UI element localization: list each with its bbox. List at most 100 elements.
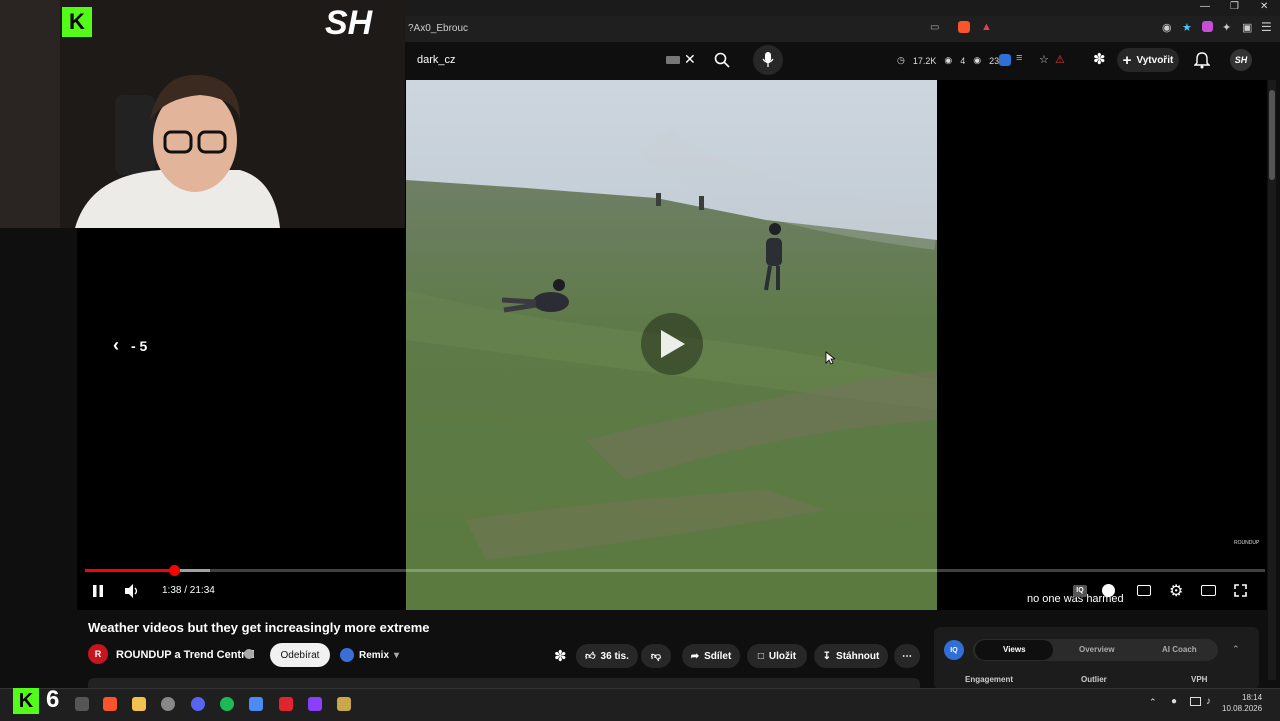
tray-monitor-icon[interactable] (1190, 697, 1201, 706)
brave-rewards-icon[interactable]: ▲ (981, 21, 992, 33)
seek-label: - 5 (131, 337, 148, 354)
thumbs-up-icon: 👍︎ (585, 651, 596, 662)
chevron-down-icon: ▾ (394, 649, 400, 661)
list-icon[interactable]: ≡ (1016, 52, 1022, 64)
dislike-button[interactable]: 👎︎ (641, 644, 671, 668)
minimize-icon[interactable]: — (1200, 1, 1210, 12)
count-a: 4 (960, 55, 966, 66)
subscribe-button[interactable]: Odebírat (270, 643, 330, 667)
tray-mic-icon[interactable]: ● (1171, 696, 1177, 707)
mouse-cursor-icon (825, 351, 835, 365)
tray-volume-icon[interactable]: ♪ (1206, 696, 1211, 707)
avatar-initials: SH (1234, 55, 1248, 65)
alert-icon[interactable]: ⚠ (1055, 53, 1065, 66)
play-icon (661, 330, 685, 358)
theater-mode-icon[interactable] (1201, 585, 1216, 596)
download-button[interactable]: ↧ Stáhnout (814, 644, 888, 668)
column-vph: VPH (1191, 675, 1208, 684)
clock-icon: ◷ (897, 55, 905, 65)
channel-name[interactable]: ROUNDUP a Trend Central (116, 649, 255, 661)
scrollbar-thumb[interactable] (1269, 90, 1275, 180)
obs-icon[interactable] (161, 697, 175, 711)
share-icon: ➦ (690, 650, 700, 662)
puzzle-icon[interactable]: ✽ (1093, 50, 1106, 68)
share-button[interactable]: ➦ Sdílet (682, 644, 740, 668)
collapse-chevron-icon[interactable]: ⌃ (1232, 644, 1240, 655)
create-label: Vytvořit (1136, 54, 1174, 66)
vidiq-badge: IQ (950, 646, 958, 654)
vidiq-player-badge: IQ (1076, 587, 1084, 594)
progress-scrubber[interactable] (169, 565, 180, 576)
notifications-bell-icon[interactable] (1194, 52, 1210, 69)
tab-overview[interactable]: Overview (1079, 645, 1115, 654)
plus-icon: + (1122, 51, 1132, 69)
create-button[interactable]: + Vytvořit (1117, 48, 1179, 72)
video-title: Weather videos but they get increasingly… (88, 620, 430, 635)
clock-date: 10.08.2026 (1222, 704, 1263, 713)
app-icon-purple[interactable] (308, 697, 322, 711)
save-label: Uložit (768, 650, 797, 662)
camera-extension-icon[interactable]: ◉ (1162, 21, 1172, 34)
like-button[interactable]: 👍︎ 36 tis. (576, 644, 638, 668)
vidiq-panel-icon[interactable]: IQ (944, 640, 964, 660)
browser-menu-icon[interactable]: ☰ (1261, 20, 1272, 34)
channel-avatar[interactable]: R (88, 644, 108, 664)
vidiq-player-icon[interactable]: IQ (1073, 585, 1087, 597)
kick-taskbar-logo: K (13, 688, 39, 714)
keyboard-icon[interactable] (666, 56, 680, 64)
extensions-puzzle-icon[interactable]: ✦ (1222, 21, 1231, 34)
overlay-number: 6 (46, 686, 60, 713)
save-button[interactable]: □ Uložit (747, 644, 807, 668)
maximize-icon[interactable]: ❐ (1230, 1, 1239, 12)
views-eye-icon: ◉ (973, 55, 982, 65)
play-overlay-button[interactable] (641, 313, 703, 375)
wallet-icon[interactable]: ▣ (1242, 21, 1252, 34)
channel-avatar-letter: R (94, 649, 102, 659)
description-box[interactable] (88, 678, 920, 688)
tab-ai-coach[interactable]: AI Coach (1162, 645, 1197, 654)
pause-icon[interactable] (92, 585, 104, 597)
search-input[interactable]: dark_cz (417, 54, 456, 66)
bookmark-icon: □ (757, 650, 764, 662)
file-explorer-icon[interactable] (132, 697, 146, 711)
volume-icon[interactable] (124, 584, 140, 598)
trophy-icon[interactable]: ☆ (1039, 53, 1049, 66)
brave-shield-icon[interactable] (958, 21, 970, 33)
brave-taskbar-icon[interactable] (103, 697, 117, 711)
progress-played (85, 569, 174, 572)
url-text[interactable]: ?Ax0_Ebrouc (408, 23, 468, 34)
app-icon-blue[interactable] (249, 697, 263, 711)
translate-extension-icon[interactable]: ★ (1182, 21, 1192, 34)
tray-chevron-icon[interactable]: ⌃ (1149, 697, 1157, 708)
progress-bar[interactable] (85, 569, 1265, 572)
fullscreen-icon[interactable] (1234, 584, 1247, 597)
tab-views[interactable]: Views (1003, 645, 1026, 654)
subtitles-icon[interactable] (1137, 585, 1151, 596)
more-actions-button[interactable]: ⋯ (894, 644, 920, 668)
vidiq-icon[interactable] (999, 54, 1011, 66)
app-icon-red[interactable] (279, 697, 293, 711)
discord-icon[interactable] (191, 697, 205, 711)
task-view-icon[interactable] (75, 697, 89, 711)
kick-logo: K (62, 7, 92, 37)
purple-extension-icon[interactable] (1202, 21, 1213, 32)
settings-gear-icon[interactable]: ⚙ (1169, 581, 1183, 601)
verified-icon (244, 649, 254, 659)
kick-taskbar-letter: K (18, 689, 34, 712)
clear-search-icon[interactable]: ✕ (684, 51, 696, 68)
seek-back-indicator: ‹ - 5 (113, 335, 147, 356)
close-window-icon[interactable]: ✕ (1260, 1, 1268, 12)
account-avatar[interactable]: SH (1230, 49, 1252, 71)
league-icon[interactable] (337, 697, 351, 711)
system-clock[interactable]: 18:14 10.08.2026 (1222, 692, 1262, 714)
cast-icon[interactable]: ▭ (930, 22, 939, 33)
chevron-left-icon: ‹ (113, 335, 119, 355)
share-label: Sdílet (704, 650, 732, 662)
search-icon[interactable] (714, 52, 730, 68)
ai-sparkle-icon[interactable]: ✽ (554, 647, 567, 665)
remix-icon (340, 648, 354, 662)
autoplay-toggle-icon[interactable] (1102, 584, 1115, 597)
spotify-icon[interactable] (220, 697, 234, 711)
remix-button[interactable]: Remix ▾ (340, 645, 399, 665)
vidiq-stats: ◷ 17.2K ◉ 4 ◉ 236 (897, 55, 1004, 66)
